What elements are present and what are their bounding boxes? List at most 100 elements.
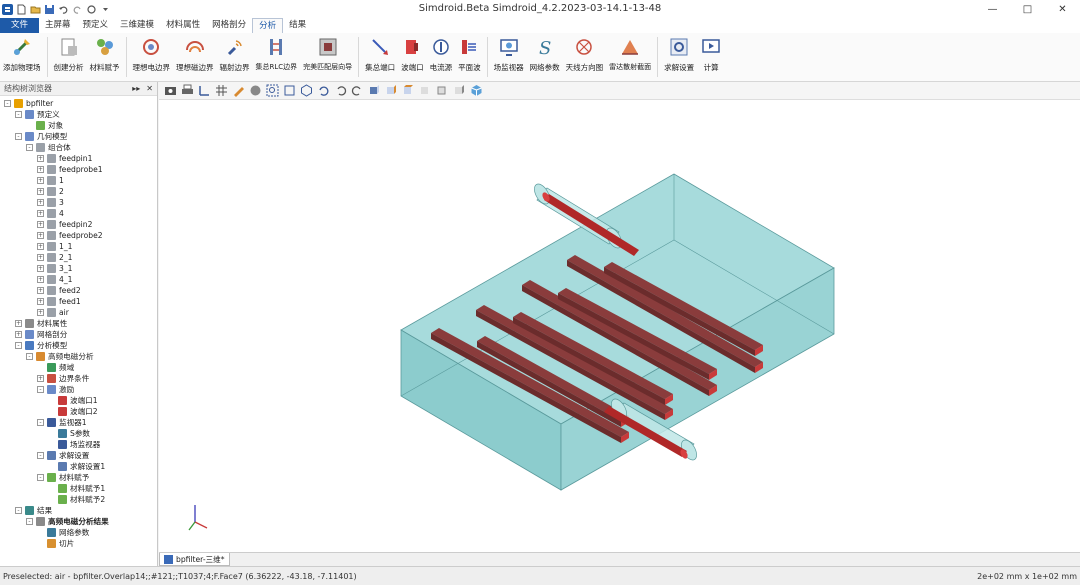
undo-view-button[interactable] xyxy=(333,84,347,98)
collapse-toggle[interactable]: - xyxy=(15,507,22,514)
tree-node[interactable]: + 边界条件 xyxy=(0,373,157,384)
expand-toggle[interactable]: + xyxy=(37,199,44,206)
tree-node[interactable]: + feedprobe2 xyxy=(0,230,157,241)
view-3d-button[interactable] xyxy=(469,84,483,98)
expand-toggle[interactable]: + xyxy=(37,265,44,272)
expand-toggle[interactable]: + xyxy=(37,210,44,217)
collapse-toggle[interactable]: - xyxy=(15,342,22,349)
expand-toggle[interactable]: + xyxy=(37,254,44,261)
collapse-toggle[interactable]: - xyxy=(26,353,33,360)
rlc-boundary-button[interactable]: 集总RLC边界 xyxy=(253,33,301,82)
view-top-button[interactable] xyxy=(401,84,415,98)
collapse-toggle[interactable]: - xyxy=(37,474,44,481)
tree-node[interactable]: - 组合体 xyxy=(0,142,157,153)
collapse-toggle[interactable]: - xyxy=(26,518,33,525)
view-front-button[interactable] xyxy=(367,84,381,98)
refresh-icon[interactable] xyxy=(86,4,97,15)
zoom-box-button[interactable] xyxy=(282,84,296,98)
tree-node[interactable]: + 材料属性 xyxy=(0,318,157,329)
expand-toggle[interactable]: + xyxy=(37,243,44,250)
expand-toggle[interactable]: + xyxy=(37,375,44,382)
tree-node[interactable]: +2_1 xyxy=(0,252,157,263)
redo-view-button[interactable] xyxy=(350,84,364,98)
tree-node[interactable]: + feedpin1 xyxy=(0,153,157,164)
current-source-button[interactable]: 电流源 xyxy=(427,33,456,82)
render-mode-button[interactable] xyxy=(248,84,262,98)
collapse-toggle[interactable]: - xyxy=(37,419,44,426)
view-right-button[interactable] xyxy=(452,84,466,98)
tree-node[interactable]: + air xyxy=(0,307,157,318)
save-icon[interactable] xyxy=(44,4,55,15)
radiation-boundary-button[interactable]: 辐射边界 xyxy=(217,33,253,82)
tree-node[interactable]: 切片 xyxy=(0,538,157,549)
menu-material[interactable]: 材料属性 xyxy=(160,18,206,33)
tree-node[interactable]: S参数 xyxy=(0,428,157,439)
model-scene[interactable] xyxy=(159,100,1080,552)
expand-toggle[interactable]: + xyxy=(37,155,44,162)
expand-toggle[interactable]: + xyxy=(37,232,44,239)
color-button[interactable] xyxy=(231,84,245,98)
tree-node[interactable]: 波端口2 xyxy=(0,406,157,417)
app-logo-icon[interactable] xyxy=(2,3,13,15)
collapse-toggle[interactable]: - xyxy=(26,144,33,151)
panel-pin-button[interactable]: ▸▸ xyxy=(132,84,140,93)
rcs-button[interactable]: 雷达散射截面 xyxy=(606,33,654,82)
tree-node[interactable]: + feed1 xyxy=(0,296,157,307)
tree-node[interactable]: - 求解设置 xyxy=(0,450,157,461)
menu-results[interactable]: 结果 xyxy=(283,18,312,33)
tree-node[interactable]: +1 xyxy=(0,175,157,186)
menu-file[interactable]: 文件 xyxy=(0,18,40,33)
tree-node[interactable]: - 材料赋予 xyxy=(0,472,157,483)
menu-home[interactable]: 主屏幕 xyxy=(39,18,77,33)
view-left-button[interactable] xyxy=(435,84,449,98)
field-monitor-button[interactable]: 场监视器 xyxy=(491,33,527,82)
print-button[interactable] xyxy=(180,84,194,98)
menu-3d-modeling[interactable]: 三维建模 xyxy=(114,18,160,33)
collapse-toggle[interactable]: - xyxy=(37,452,44,459)
tree-node[interactable]: - 高频电磁分析 xyxy=(0,351,157,362)
tree-node[interactable]: 波端口1 xyxy=(0,395,157,406)
plane-wave-button[interactable]: 平面波 xyxy=(455,33,484,82)
tree-node[interactable]: - 预定义 xyxy=(0,109,157,120)
minimize-button[interactable]: — xyxy=(975,0,1010,18)
lumped-port-button[interactable]: 集总端口 xyxy=(362,33,398,82)
tree-node[interactable]: - 高频电磁分析结果 xyxy=(0,516,157,527)
3d-viewport[interactable] xyxy=(159,100,1080,552)
rotate-button[interactable] xyxy=(316,84,330,98)
close-button[interactable]: ✕ xyxy=(1045,0,1080,18)
tree-node[interactable]: - 激励 xyxy=(0,384,157,395)
network-param-button[interactable]: S 网络参数 xyxy=(527,33,563,82)
add-physics-button[interactable]: 添加物理场 xyxy=(0,33,44,82)
menu-predefine[interactable]: 预定义 xyxy=(77,18,115,33)
compute-button[interactable]: 计算 xyxy=(697,33,725,82)
tree-node[interactable]: 频域 xyxy=(0,362,157,373)
antenna-pattern-button[interactable]: 天线方向图 xyxy=(563,33,607,82)
new-file-icon[interactable] xyxy=(16,4,27,15)
material-assign-button[interactable]: 材料赋予 xyxy=(87,33,123,82)
tree-node[interactable]: 场监视器 xyxy=(0,439,157,450)
expand-toggle[interactable]: + xyxy=(37,287,44,294)
tree-node[interactable]: +4 xyxy=(0,208,157,219)
collapse-toggle[interactable]: - xyxy=(4,100,11,107)
menu-mesh[interactable]: 网格剖分 xyxy=(206,18,252,33)
tree-node[interactable]: +4_1 xyxy=(0,274,157,285)
view-back-button[interactable] xyxy=(384,84,398,98)
pml-wizard-button[interactable]: 完美匹配层向导 xyxy=(300,33,355,82)
tree-node[interactable]: 材料赋予1 xyxy=(0,483,157,494)
collapse-toggle[interactable]: - xyxy=(15,111,22,118)
panel-close-button[interactable]: ✕ xyxy=(146,84,153,93)
pmc-boundary-button[interactable]: 理想磁边界 xyxy=(173,33,217,82)
pec-boundary-button[interactable]: 理想电边界 xyxy=(130,33,174,82)
solver-settings-button[interactable]: 求解设置 xyxy=(661,33,697,82)
tree-node[interactable]: - bpfilter xyxy=(0,98,157,109)
tree-node[interactable]: 材料赋予2 xyxy=(0,494,157,505)
expand-toggle[interactable]: + xyxy=(37,166,44,173)
tree-node[interactable]: 网络参数 xyxy=(0,527,157,538)
wave-port-button[interactable]: 波端口 xyxy=(398,33,427,82)
expand-toggle[interactable]: + xyxy=(37,298,44,305)
collapse-toggle[interactable]: - xyxy=(15,133,22,140)
tree-node[interactable]: - 几何模型 xyxy=(0,131,157,142)
tree-node[interactable]: + feedprobe1 xyxy=(0,164,157,175)
tree-node[interactable]: - 监视器1 xyxy=(0,417,157,428)
tree-node[interactable]: 求解设置1 xyxy=(0,461,157,472)
